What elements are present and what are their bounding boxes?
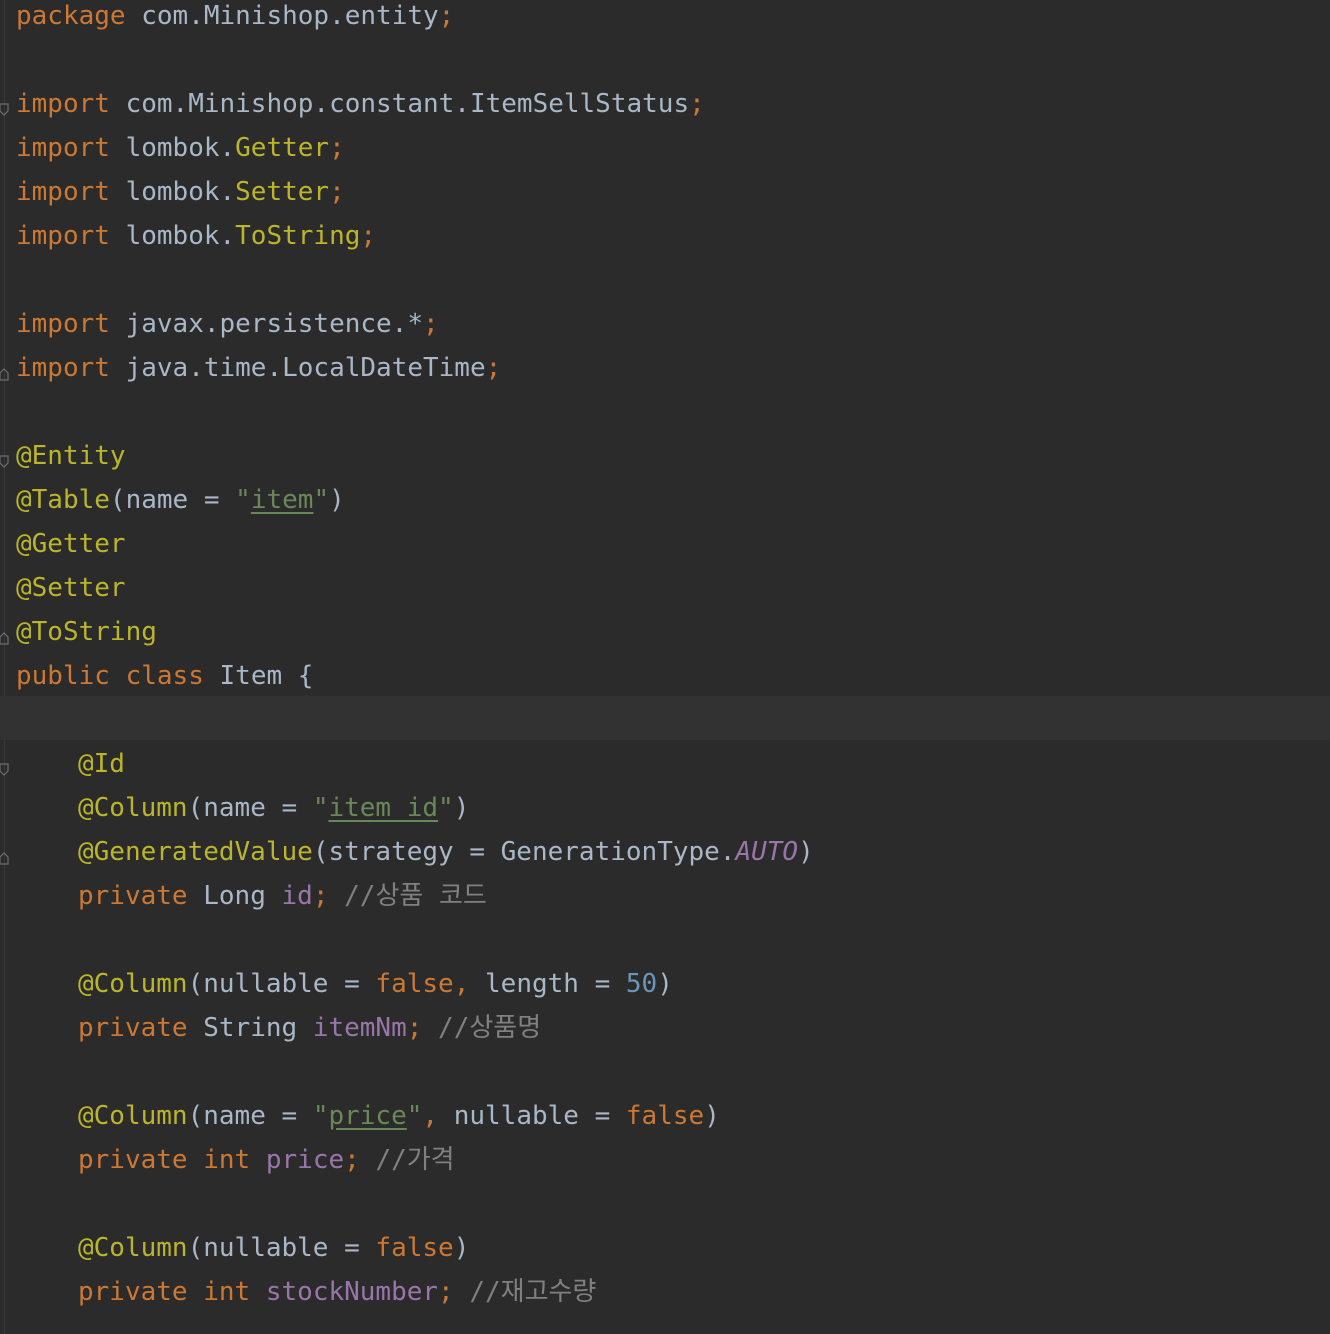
package-name: com.Minishop.entity <box>141 1 439 31</box>
arg-name: nullable = <box>203 969 376 999</box>
string-literal: item_id <box>328 793 439 823</box>
number-literal: 50 <box>625 969 658 999</box>
import-path: lombok. <box>125 221 236 251</box>
code-editor[interactable]: package com.Minishop.entity; import com.… <box>0 0 1330 1334</box>
annotation: @Getter <box>16 529 126 559</box>
annotation: @ToString <box>16 617 157 647</box>
code-line-import: import javax.persistence.*; <box>16 309 439 339</box>
fold-open-icon[interactable] <box>0 754 9 776</box>
annotation: @Setter <box>16 573 126 603</box>
arg-name: name = <box>203 1101 313 1131</box>
annotation: @Column <box>78 969 188 999</box>
keyword: package <box>16 1 126 31</box>
import-path: com.Minishop.constant.ItemSellStatus <box>125 89 690 119</box>
field-name: stockNumber <box>265 1277 439 1307</box>
code-line-annotation: @Getter <box>16 528 126 572</box>
arg-name: nullable = <box>203 1233 376 1263</box>
code-line-field: private int stockNumber; //재고수량 <box>78 1277 597 1307</box>
code-line-annotation: @Column(name = "item_id") <box>78 793 470 823</box>
keyword: private <box>78 1013 188 1043</box>
fold-close-icon[interactable] <box>0 358 9 381</box>
keyword: int <box>203 1277 251 1307</box>
keyword: int <box>203 1145 251 1175</box>
code-line-package: package com.Minishop.entity; <box>16 1 455 31</box>
field-name: id <box>281 881 313 911</box>
code-line-annotation: @Column(nullable = false) <box>78 1233 470 1263</box>
code-line-annotation: @Column(name = "price", nullable = false… <box>78 1101 720 1131</box>
import-path: java.time.LocalDateTime <box>125 353 486 383</box>
code-line-field: private Long id; //상품 코드 <box>78 881 487 911</box>
code-line-field: private String itemNm; //상품명 <box>78 1013 542 1043</box>
keyword: private <box>78 881 188 911</box>
class-name: Item { <box>219 661 314 691</box>
type-name: String <box>203 1013 313 1043</box>
keyword: import <box>16 133 110 163</box>
arg-name: length = <box>485 969 626 999</box>
code-line-annotation: @GeneratedValue(strategy = GenerationTyp… <box>78 837 814 867</box>
code-line-import: import com.Minishop.constant.ItemSellSta… <box>16 89 705 119</box>
gutter <box>4 0 5 1334</box>
code-line-annotation: @Setter <box>16 572 126 616</box>
annotation: @Column <box>78 1233 188 1263</box>
fold-close-icon[interactable] <box>0 842 9 865</box>
import-class: Getter <box>235 133 330 163</box>
field-name: itemNm <box>312 1013 407 1043</box>
import-class: Setter <box>235 177 330 207</box>
field-name: price <box>265 1145 345 1175</box>
annotation: @Column <box>78 793 188 823</box>
arg-name: name = <box>203 793 313 823</box>
string-literal: price <box>328 1101 407 1131</box>
fold-open-icon[interactable] <box>0 94 9 116</box>
keyword: private <box>78 1145 188 1175</box>
comment: //가격 <box>375 1145 455 1175</box>
code-line-annotation: @Entity <box>16 440 126 484</box>
fold-open-icon[interactable] <box>0 446 9 468</box>
code-line-import: import lombok.Getter; <box>16 133 345 163</box>
code-line-annotation: @ToString <box>16 616 157 660</box>
comment: //상품 코드 <box>344 881 487 911</box>
keyword: class <box>125 661 204 691</box>
annotation: @Table <box>16 485 110 515</box>
annotation: @Column <box>78 1101 188 1131</box>
arg-name: strategy = GenerationType. <box>328 837 736 867</box>
annotation: @Entity <box>16 441 126 471</box>
code-line-import: import lombok.Setter; <box>16 177 345 207</box>
code-line-field: private int price; //가격 <box>78 1145 455 1175</box>
keyword: import <box>16 309 110 339</box>
annotation: @GeneratedValue <box>78 837 313 867</box>
code-line-annotation: @Column(nullable = false, length = 50) <box>78 969 673 999</box>
keyword: public <box>16 661 110 691</box>
arg-name: name = <box>125 485 236 515</box>
fold-close-icon[interactable] <box>0 622 9 645</box>
type-name: Long <box>203 881 282 911</box>
keyword: import <box>16 177 110 207</box>
code-line-class: public class Item { <box>16 660 313 704</box>
annotation: @Id <box>78 749 125 779</box>
keyword: import <box>16 89 110 119</box>
keyword: false <box>625 1101 705 1131</box>
keyword: import <box>16 353 110 383</box>
comment: //재고수량 <box>469 1277 597 1307</box>
keyword: private <box>78 1277 188 1307</box>
import-path: lombok. <box>125 177 236 207</box>
comment: //상품명 <box>438 1013 542 1043</box>
import-class: ToString <box>235 221 361 251</box>
import-path: javax.persistence.* <box>125 309 423 339</box>
keyword: false <box>375 1233 454 1263</box>
code-line-annotation: @Table(name = "item") <box>16 485 345 515</box>
code-line-import: import lombok.ToString; <box>16 221 377 251</box>
code-line-annotation: @Id <box>78 748 125 792</box>
keyword: import <box>16 221 110 251</box>
string-literal: item <box>250 485 314 515</box>
import-path: lombok. <box>125 133 236 163</box>
keyword: false <box>375 969 454 999</box>
enum-constant: AUTO <box>735 837 799 867</box>
arg-name: nullable = <box>453 1101 626 1131</box>
code-line-import: import java.time.LocalDateTime; <box>16 353 502 383</box>
